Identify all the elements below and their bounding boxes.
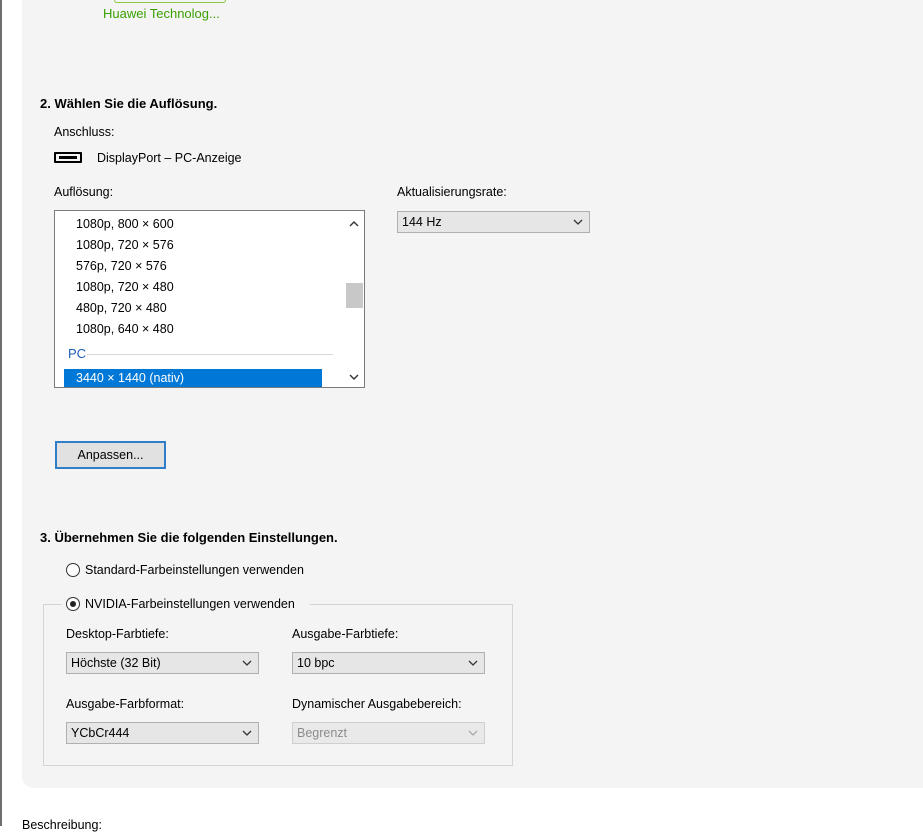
resolution-item[interactable]: 480p, 720 × 480 (76, 298, 167, 318)
refresh-rate-label: Aktualisierungsrate: (397, 185, 507, 199)
customize-button[interactable]: Anpassen... (55, 441, 166, 469)
refresh-rate-select[interactable]: 144 Hz (397, 211, 590, 233)
description-label: Beschreibung: (22, 818, 102, 832)
chevron-down-icon (573, 219, 583, 225)
output-format-select[interactable]: YCbCr444 (66, 722, 259, 744)
resolution-listbox[interactable]: 1080p, 800 × 600 1080p, 720 × 576 576p, … (54, 210, 365, 388)
resolution-item[interactable]: 576p, 720 × 576 (76, 256, 167, 276)
display-vendor-label: Huawei Technolog... (103, 6, 220, 21)
desktop-depth-label: Desktop-Farbtiefe: (66, 627, 169, 641)
desktop-depth-select[interactable]: Höchste (32 Bit) (66, 652, 259, 674)
chevron-down-icon (242, 730, 252, 736)
chevron-down-icon (468, 660, 478, 666)
section-3-heading: 3. Übernehmen Sie die folgenden Einstell… (40, 530, 338, 545)
output-format-value: YCbCr444 (71, 726, 130, 740)
display-tile-edge[interactable] (114, 0, 226, 3)
connection-label: Anschluss: (54, 125, 115, 139)
dynamic-range-select: Begrenzt (292, 722, 485, 744)
resolution-label: Auflösung: (54, 185, 114, 199)
resolution-item[interactable]: 1080p, 720 × 480 (76, 277, 174, 297)
resolution-group-pc: PC (68, 346, 87, 361)
radio-default-colors-label[interactable]: Standard-Farbeinstellungen verwenden (85, 563, 304, 577)
dynamic-range-label: Dynamischer Ausgabebereich: (292, 697, 462, 711)
output-depth-label: Ausgabe-Farbtiefe: (292, 627, 399, 641)
scroll-up-icon[interactable] (344, 213, 364, 233)
output-format-label: Ausgabe-Farbformat: (66, 697, 185, 711)
refresh-rate-value: 144 Hz (402, 215, 442, 229)
chevron-down-icon (468, 730, 478, 736)
output-depth-select[interactable]: 10 bpc (292, 652, 485, 674)
resolution-item[interactable]: 1080p, 720 × 576 (76, 235, 174, 255)
radio-nvidia-colors[interactable] (66, 597, 80, 611)
desktop-depth-value: Höchste (32 Bit) (71, 656, 161, 670)
resolution-scrollbar[interactable] (344, 211, 364, 387)
radio-nvidia-colors-label[interactable]: NVIDIA-Farbeinstellungen verwenden (85, 597, 295, 611)
scrollbar-thumb[interactable] (346, 283, 363, 308)
window-left-border (0, 0, 2, 826)
resolution-item[interactable]: 1080p, 800 × 600 (76, 214, 174, 234)
output-depth-value: 10 bpc (297, 656, 335, 670)
dynamic-range-value: Begrenzt (297, 726, 348, 740)
section-2-heading: 2. Wählen Sie die Auflösung. (40, 96, 218, 111)
connection-value: DisplayPort – PC-Anzeige (97, 151, 242, 165)
chevron-down-icon (242, 660, 252, 666)
scroll-down-icon[interactable] (344, 367, 364, 387)
resolution-item[interactable]: 1080p, 640 × 480 (76, 319, 174, 339)
resolution-item-selected[interactable]: 3440 × 1440 (nativ) (64, 369, 322, 387)
group-divider (87, 354, 333, 355)
radio-default-colors[interactable] (66, 563, 80, 577)
displayport-icon (54, 152, 82, 163)
